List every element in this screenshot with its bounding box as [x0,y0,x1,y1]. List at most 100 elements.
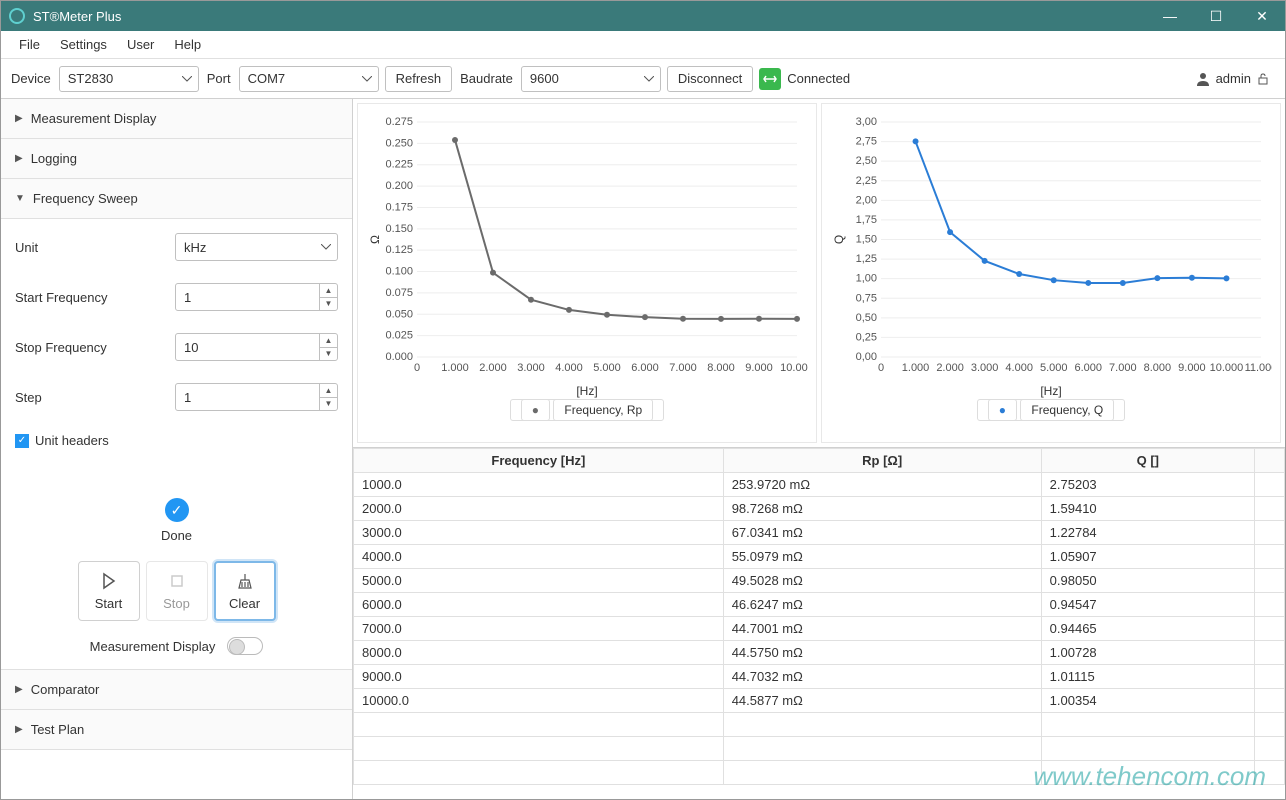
port-value: COM7 [248,71,356,86]
clear-button[interactable]: Clear [214,561,276,621]
svg-text:3.000: 3.000 [971,362,999,374]
table-row[interactable]: 9000.044.7032 mΩ1.01115 [354,665,1285,689]
meas-display-toggle[interactable] [227,637,263,655]
table-row[interactable]: 2000.098.7268 mΩ1.59410 [354,497,1285,521]
menu-user[interactable]: User [117,33,164,56]
svg-text:11.000: 11.000 [1245,362,1272,374]
window-title: ST®Meter Plus [33,9,1147,24]
chart-q: 0,000,250,500,751,001,251,501,752,002,25… [821,103,1281,443]
svg-text:2,50: 2,50 [856,155,877,167]
minimize-button[interactable]: — [1147,1,1193,31]
table-header: Rp [Ω] [723,449,1041,473]
baudrate-select[interactable]: 9600 [521,66,661,92]
svg-text:9.000: 9.000 [745,362,773,374]
unit-headers-label: Unit headers [35,433,109,448]
unit-select[interactable]: kHz [175,233,338,261]
svg-text:2,00: 2,00 [856,194,877,206]
start-button[interactable]: Start [78,561,140,621]
stop-button[interactable]: Stop [146,561,208,621]
spin-up-icon[interactable]: ▲ [320,334,337,348]
table-row[interactable]: 1000.0253.9720 mΩ2.75203 [354,473,1285,497]
table-row[interactable]: 10000.044.5877 mΩ1.00354 [354,689,1285,713]
svg-text:6.000: 6.000 [631,362,659,374]
unit-value: kHz [184,240,315,255]
svg-text:9.000: 9.000 [1178,362,1206,374]
accordion-comparator[interactable]: ▶ Comparator [1,670,352,710]
table-row[interactable]: 6000.046.6247 mΩ0.94547 [354,593,1285,617]
chevron-right-icon: ▶ [15,153,23,164]
close-button[interactable]: ✕ [1239,1,1285,31]
svg-text:7.000: 7.000 [1109,362,1137,374]
done-icon: ✓ [165,498,189,522]
menu-help[interactable]: Help [164,33,211,56]
table-header: Frequency [Hz] [354,449,724,473]
svg-text:0.100: 0.100 [385,266,413,278]
accordion-measurement-display[interactable]: ▶ Measurement Display [1,99,352,139]
table-row[interactable]: 8000.044.5750 mΩ1.00728 [354,641,1285,665]
start-label: Start [95,596,122,611]
accordion-label: Frequency Sweep [33,191,138,206]
svg-text:1,50: 1,50 [856,234,877,246]
table-row[interactable]: 3000.067.0341 mΩ1.22784 [354,521,1285,545]
svg-text:0.250: 0.250 [385,137,413,149]
chart-legend: ● Frequency, Q [977,399,1125,421]
svg-text:0.150: 0.150 [385,223,413,235]
port-select[interactable]: COM7 [239,66,379,92]
step-input[interactable]: 1 ▲▼ [175,383,338,411]
accordion-label: Test Plan [31,722,84,737]
data-table-wrap[interactable]: Frequency [Hz]Rp [Ω]Q []1000.0253.9720 m… [353,447,1285,799]
toolbar: Device ST2830 Port COM7 Refresh Baudrate… [1,59,1285,99]
svg-text:1,75: 1,75 [856,214,877,226]
chart-legend: ● Frequency, Rp [510,399,664,421]
table-row[interactable]: 5000.049.5028 mΩ0.98050 [354,569,1285,593]
spin-up-icon[interactable]: ▲ [320,384,337,398]
maximize-button[interactable]: ☐ [1193,1,1239,31]
chevron-right-icon: ▶ [15,724,23,735]
stop-freq-input[interactable]: 10 ▲▼ [175,333,338,361]
menu-file[interactable]: File [9,33,50,56]
svg-text:4.000: 4.000 [1005,362,1033,374]
spin-down-icon[interactable]: ▼ [320,398,337,411]
sidebar: ▶ Measurement Display ▶ Logging ▼ Freque… [1,99,353,799]
chart-rp: 0.0000.0250.0500.0750.1000.1250.1500.175… [357,103,817,443]
svg-text:0: 0 [414,362,420,374]
accordion-frequency-sweep[interactable]: ▼ Frequency Sweep [1,179,352,219]
unit-headers-checkbox[interactable]: ✓ Unit headers [15,433,338,448]
chevron-down-icon [321,244,331,250]
svg-text:2.000: 2.000 [936,362,964,374]
svg-text:8.000: 8.000 [707,362,735,374]
svg-text:10.000: 10.000 [780,362,808,374]
spin-up-icon[interactable]: ▲ [320,284,337,298]
accordion-test-plan[interactable]: ▶ Test Plan [1,710,352,750]
refresh-button[interactable]: Refresh [385,66,453,92]
connected-icon [759,68,781,90]
accordion-logging[interactable]: ▶ Logging [1,139,352,179]
spin-down-icon[interactable]: ▼ [320,298,337,311]
accordion-label: Measurement Display [31,111,157,126]
svg-text:6.000: 6.000 [1075,362,1103,374]
svg-text:0.175: 0.175 [385,201,413,213]
frequency-sweep-panel: Unit kHz Start Frequency 1 ▲▼ Stop Frequ… [1,219,352,670]
baudrate-value: 9600 [530,71,638,86]
start-freq-input[interactable]: 1 ▲▼ [175,283,338,311]
svg-text:0.200: 0.200 [385,180,413,192]
table-row[interactable]: 7000.044.7001 mΩ0.94465 [354,617,1285,641]
start-freq-value: 1 [184,290,319,305]
svg-text:4.000: 4.000 [555,362,583,374]
disconnect-button[interactable]: Disconnect [667,66,753,92]
table-row[interactable]: 4000.055.0979 mΩ1.05907 [354,545,1285,569]
stop-freq-label: Stop Frequency [15,340,175,355]
svg-text:1.000: 1.000 [902,362,930,374]
device-select[interactable]: ST2830 [59,66,199,92]
svg-text:0: 0 [878,362,884,374]
user-icon [1196,72,1210,86]
accordion-label: Comparator [31,682,100,697]
data-table: Frequency [Hz]Rp [Ω]Q []1000.0253.9720 m… [353,448,1285,785]
device-value: ST2830 [68,71,176,86]
user-display[interactable]: admin [1196,71,1269,86]
connection-status: Connected [759,68,850,90]
device-label: Device [11,71,51,86]
spin-down-icon[interactable]: ▼ [320,348,337,361]
menu-settings[interactable]: Settings [50,33,117,56]
svg-text:Ω: Ω [368,235,382,244]
